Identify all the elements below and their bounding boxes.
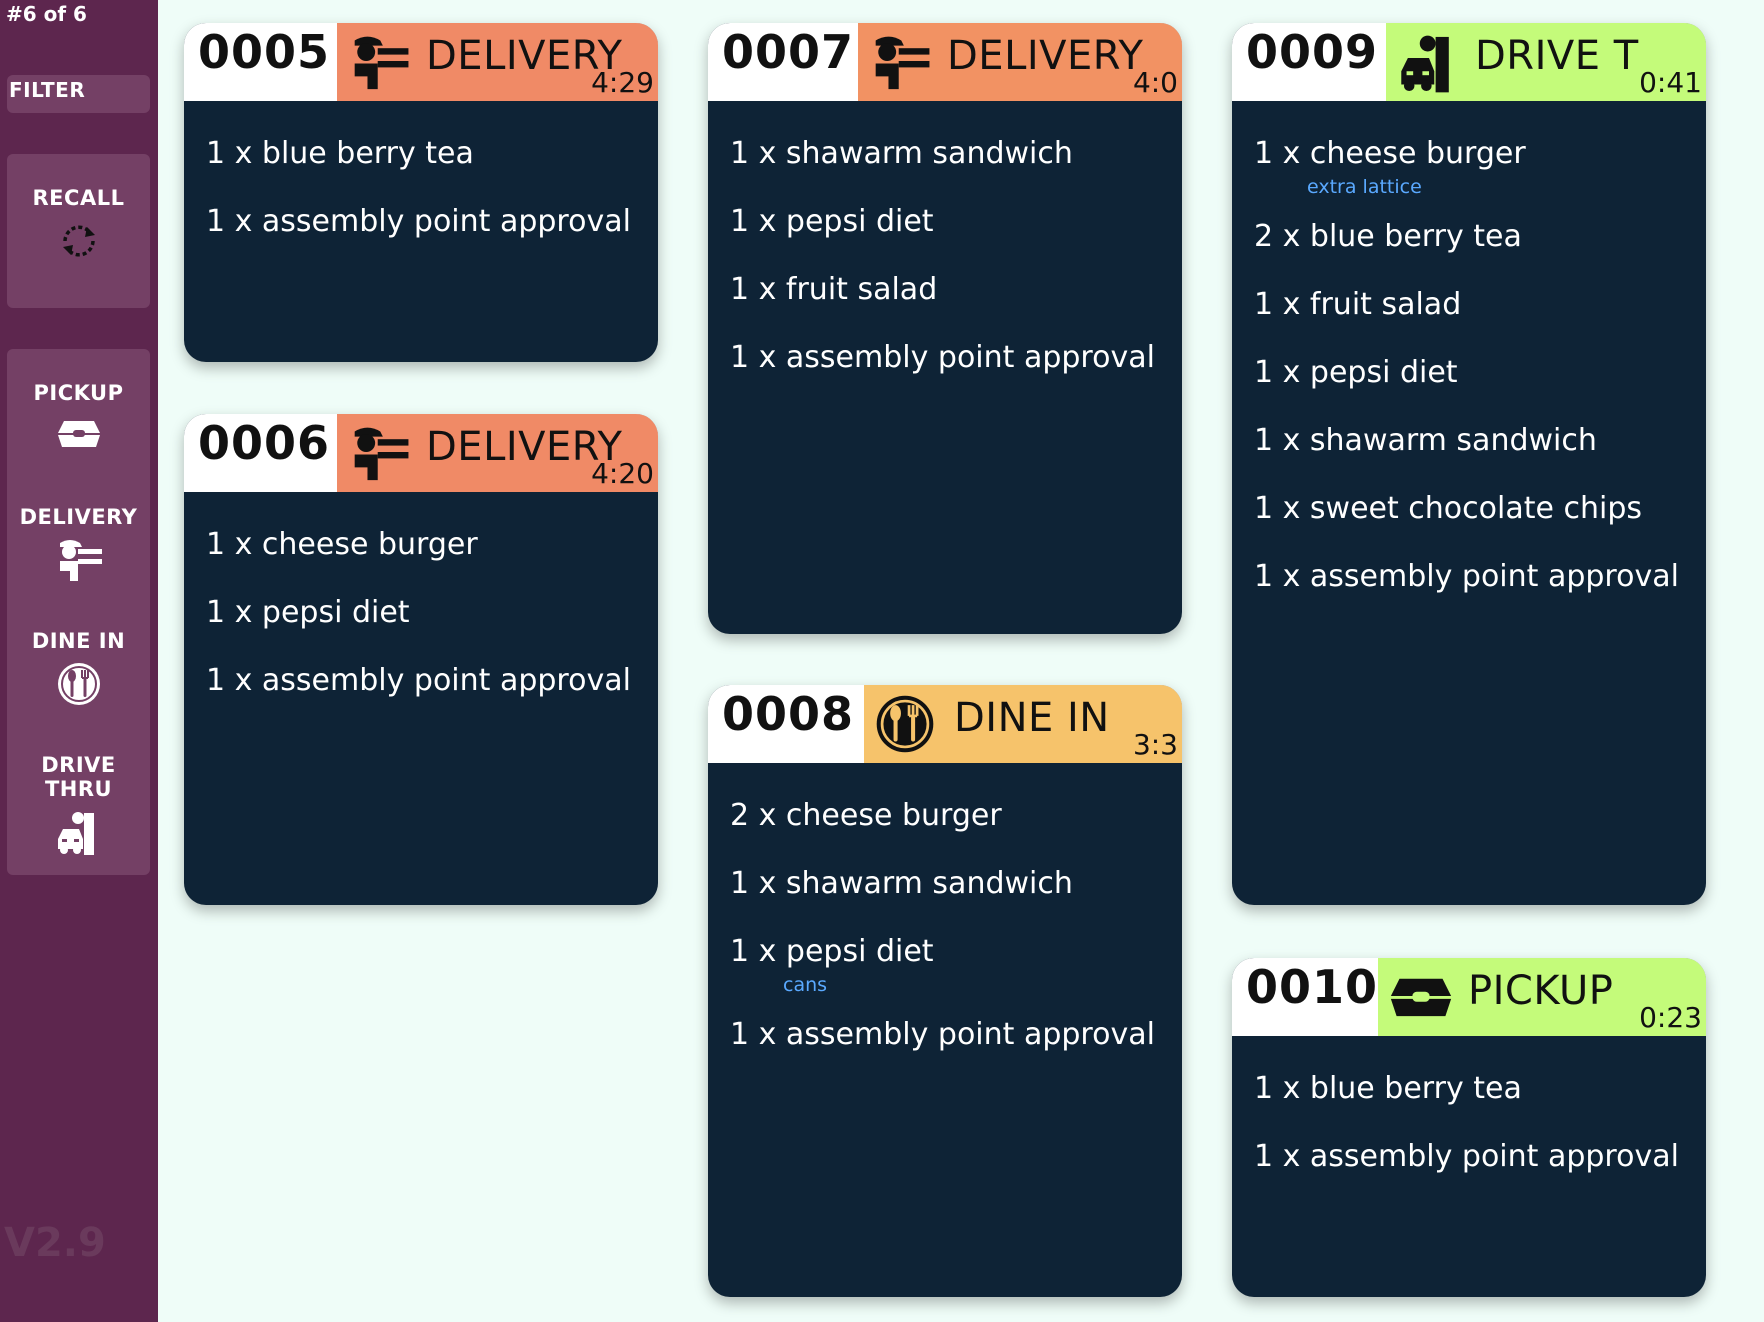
filter-button[interactable]: FILTER [7,75,150,113]
order-item: 1 x cheese burger [206,527,478,562]
order-item: 2 x cheese burger [730,798,1002,833]
order-item: 1 x pepsi diet [206,595,410,630]
order-items: 1 x shawarm sandwich 1 x pepsi diet 1 x … [708,101,1182,634]
filter-delivery-button[interactable]: DELIVERY [7,505,150,581]
order-item: 1 x assembly point approval [1254,559,1679,594]
order-header: 0010 PICKUP 0:23 [1232,958,1706,1036]
order-items: 2 x cheese burger 1 x shawarm sandwich 1… [708,763,1182,1297]
order-item: 1 x blue berry tea [206,136,474,171]
order-item: 1 x shawarm sandwich [1254,423,1597,458]
order-timer: 4:0 [1132,66,1178,99]
order-type-label: DINE IN [954,695,1110,741]
drive-thru-car-icon [57,812,94,855]
order-item: 1 x blue berry tea [1254,1071,1522,1106]
order-item: 1 x assembly point approval [1254,1139,1679,1174]
order-number: 0006 [198,416,331,470]
order-card-0006[interactable]: 0006 DELIVERY 4:20 1 x cheese burger 1 x… [184,414,658,905]
recall-label: RECALL [32,186,125,210]
order-item: 1 x pepsi diet [730,204,934,239]
order-item: 1 x shawarm sandwich [730,866,1073,901]
sidebar: #6 of 6 FILTER RECALL PICKUP DELIVERY DI… [0,0,158,1322]
filter-pickup-button[interactable]: PICKUP [7,381,150,453]
order-number: 0010 [1246,960,1379,1014]
order-item: 1 x assembly point approval [206,663,631,698]
order-type-label: DRIVE T [1475,33,1639,79]
order-item: 1 x fruit salad [1254,287,1462,322]
drive-thru-car-icon [1401,35,1449,93]
order-card-0010[interactable]: 0010 PICKUP 0:23 1 x blue berry tea 1 x … [1232,958,1706,1297]
app-version: V2.9 [4,1220,106,1266]
order-item: 1 x cheese burger [1254,136,1526,171]
order-item: 1 x assembly point approval [730,340,1155,375]
pickup-box-icon [1390,978,1452,1017]
order-number: 0009 [1246,25,1379,79]
item-modifier: extra lattice [1307,176,1422,198]
order-item: 1 x sweet chocolate chips [1254,491,1642,526]
order-items: 1 x cheese burger 1 x pepsi diet 1 x ass… [184,492,658,905]
filter-delivery-label: DELIVERY [19,505,138,529]
order-type-label: DELIVERY [947,33,1144,79]
order-item: 1 x pepsi diet [1254,355,1458,390]
order-timer: 4:20 [591,457,654,490]
order-item: 1 x assembly point approval [206,204,631,239]
filter-pickup-label: PICKUP [33,381,124,405]
order-item: 1 x shawarm sandwich [730,136,1073,171]
order-card-0007[interactable]: 0007 DELIVERY 4:0 1 x shawarm sandwich 1… [708,23,1182,634]
filter-drive-thru-button[interactable]: DRIVE THRU [7,753,150,855]
order-items: 1 x blue berry tea 1 x assembly point ap… [1232,1036,1706,1297]
order-number: 0008 [722,687,855,741]
order-type-filters: PICKUP DELIVERY DINE IN DRIVE THRU [7,349,150,875]
order-type-tag: DELIVERY 4:20 [337,414,658,492]
dine-in-fork-spoon-icon [876,695,934,753]
recall-panel: RECALL [7,154,150,308]
order-type-tag: DRIVE T 0:41 [1386,23,1706,101]
order-header: 0006 DELIVERY 4:20 [184,414,658,492]
order-header: 0009 DRIVE T 0:41 [1232,23,1706,101]
order-type-tag: DELIVERY 4:0 [858,23,1182,101]
order-card-0008[interactable]: 0008 DINE IN 3:3 2 x cheese burger 1 x s… [708,685,1182,1297]
order-item: 1 x fruit salad [730,272,938,307]
order-header: 0008 DINE IN 3:3 [708,685,1182,763]
delivery-person-icon [354,36,409,90]
filter-drive-thru-label: DRIVE THRU [41,753,116,801]
order-type-label: PICKUP [1468,968,1614,1014]
item-modifier: cans [783,974,828,996]
order-timer: 4:29 [591,66,654,99]
page-counter: #6 of 6 [6,2,87,26]
pickup-box-icon [57,421,100,447]
order-timer: 0:23 [1639,1001,1702,1034]
filter-dine-in-label: DINE IN [31,629,126,653]
filter-dine-in-button[interactable]: DINE IN [7,629,150,707]
order-number: 0005 [198,25,331,79]
order-type-tag: PICKUP 0:23 [1378,958,1706,1036]
order-card-0009[interactable]: 0009 DRIVE T 0:41 1 x cheese burger extr… [1232,23,1706,905]
dine-in-fork-spoon-icon [57,663,100,705]
order-header: 0007 DELIVERY 4:0 [708,23,1182,101]
recall-icon [62,225,95,257]
delivery-person-icon [354,427,409,481]
order-items: 1 x blue berry tea 1 x assembly point ap… [184,101,658,362]
order-card-0005[interactable]: 0005 DELIVERY 4:29 1 x blue berry tea 1 … [184,23,658,362]
order-number: 0007 [722,25,855,79]
order-timer: 3:3 [1132,728,1178,761]
recall-button[interactable]: RECALL [7,186,150,264]
order-item: 1 x assembly point approval [730,1017,1155,1052]
order-item: 1 x pepsi diet [730,934,934,969]
order-items: 1 x cheese burger extra lattice 2 x blue… [1232,101,1706,905]
order-type-tag: DINE IN 3:3 [864,685,1182,763]
order-header: 0005 DELIVERY 4:29 [184,23,658,101]
delivery-person-icon [59,540,102,581]
delivery-person-icon [875,36,930,90]
order-type-tag: DELIVERY 4:29 [337,23,658,101]
order-item: 2 x blue berry tea [1254,219,1522,254]
order-timer: 0:41 [1639,66,1702,99]
